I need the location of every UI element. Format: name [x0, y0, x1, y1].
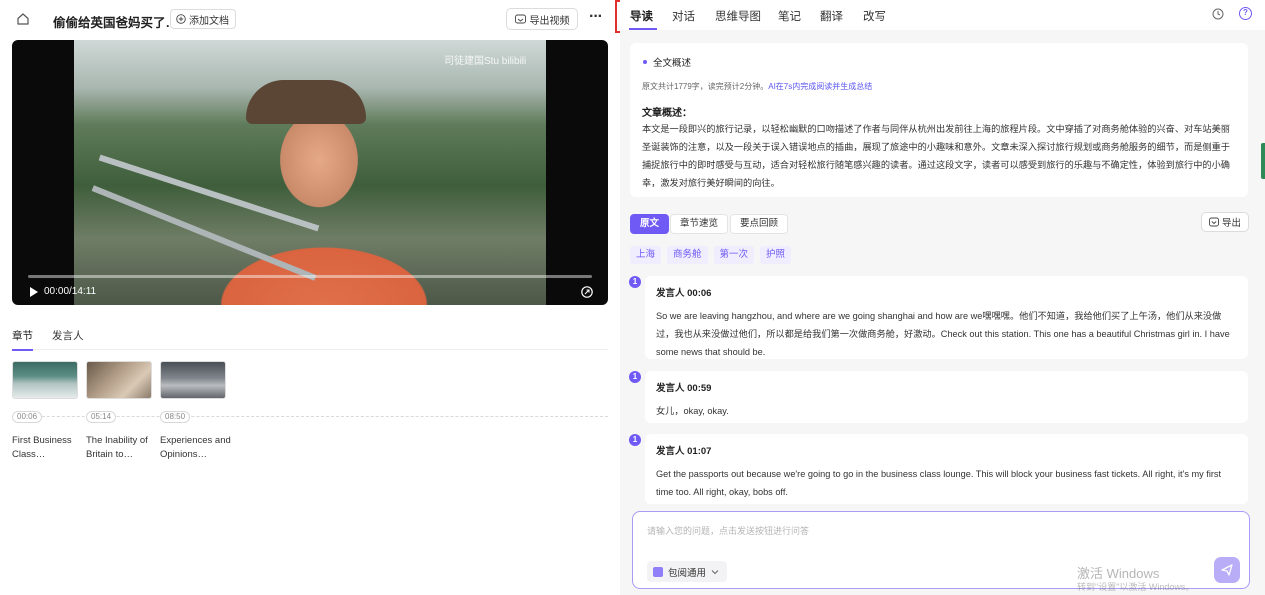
more-options-button[interactable]: ···: [589, 8, 603, 26]
summary-text: 本文是一段即兴的旅行记录，以轻松幽默的口吻描述了作者与同伴从杭州出发前往上海的旅…: [642, 124, 1230, 188]
transcript-text: 女儿，okay, okay.: [656, 406, 729, 416]
video-player[interactable]: 司徒建国Stu bilibili 00:00/14:11: [12, 40, 608, 305]
tab-notes[interactable]: 笔记: [778, 8, 801, 24]
speaker-timestamp: 发言人 01:07: [656, 446, 712, 457]
help-icon[interactable]: ?: [1239, 7, 1252, 20]
send-button[interactable]: [1214, 557, 1240, 583]
transcript-text: Get the passports out because we're goin…: [656, 469, 1222, 497]
speaker-timestamp: 发言人 00:59: [656, 383, 712, 394]
export-video-button[interactable]: 导出视频: [506, 8, 578, 30]
chapter-card[interactable]: 05:14 The Inability of Britain to…: [86, 361, 152, 460]
speaker-timestamp: 发言人 00:06: [656, 288, 712, 299]
tab-chapters[interactable]: 章节: [12, 328, 33, 351]
send-icon: [1221, 564, 1233, 576]
question-input-placeholder[interactable]: 请输入您的问题，点击发送按钮进行问答: [647, 524, 809, 537]
view-tab-key-points[interactable]: 要点回顾: [730, 214, 789, 234]
model-icon: [653, 566, 663, 577]
tab-translate[interactable]: 翻译: [820, 8, 843, 24]
right-pane: 导读 对话 思维导图 笔记 翻译 改写 ? 全文概述 原文共计1779字，读完预…: [620, 0, 1265, 595]
chapter-title: First Business Class…: [12, 435, 72, 460]
speaker-badge: 1: [629, 434, 641, 446]
model-select-dropdown[interactable]: 包阅通用: [647, 561, 728, 582]
keyword-tag[interactable]: 商务舱: [667, 246, 708, 264]
side-edge-tab[interactable]: [1261, 143, 1265, 179]
chapter-card[interactable]: 08:50 Experiences and Opinions…: [160, 361, 231, 460]
video-progress-bar[interactable]: [28, 275, 592, 278]
active-tab-indicator: [629, 28, 657, 30]
chevron-down-icon: [711, 569, 719, 574]
export-label: 导出: [1221, 218, 1241, 229]
add-document-label: 添加文档: [189, 15, 229, 27]
speaker-badge: 1: [629, 276, 641, 288]
bullet-dot-icon: [643, 60, 647, 64]
left-pane: 偷偷给英国爸妈买了… 添加文档 导出视频 ··· 司徒建国Stu bilibil…: [0, 0, 620, 595]
export-button[interactable]: 导出: [1201, 212, 1249, 232]
view-tab-original[interactable]: 原文: [630, 214, 670, 234]
chapter-title: The Inability of Britain to…: [86, 435, 148, 460]
summary-meta: 原文共计1779字，读完预计2分钟。AI在7s内完成阅读并生成总结: [642, 81, 872, 92]
chapter-thumbnail: [160, 361, 226, 399]
ai-summary-note: AI在7s内完成阅读并生成总结: [768, 82, 873, 91]
video-watermark: 司徒建国Stu bilibili: [444, 56, 527, 67]
plus-circle-icon: [176, 14, 186, 24]
chapter-title: Experiences and Opinions…: [160, 435, 231, 460]
chapter-time: 08:50: [160, 411, 191, 423]
view-mode-tabs: 原文 章节速览 要点回顾: [630, 212, 822, 236]
video-frame: [74, 40, 546, 305]
chapter-time: 00:06: [12, 411, 43, 423]
view-tab-chapter-overview[interactable]: 章节速览: [670, 214, 729, 234]
keyword-tags: 上海 商务舱 第一次 护照: [630, 246, 792, 264]
keyword-tag[interactable]: 护照: [760, 246, 792, 264]
summary-reading-stats: 原文共计1779字，读完预计2分钟。: [642, 82, 769, 91]
home-icon[interactable]: [16, 12, 30, 26]
speaker-badge: 1: [629, 371, 641, 383]
history-icon[interactable]: [1212, 8, 1224, 20]
fullscreen-icon[interactable]: [581, 286, 593, 298]
keyword-tag[interactable]: 上海: [630, 246, 662, 264]
chapter-thumbnail: [12, 361, 78, 399]
play-icon[interactable]: [30, 287, 38, 297]
add-document-button[interactable]: 添加文档: [170, 9, 236, 29]
video-scene-railing: [91, 185, 317, 281]
export-icon: [1209, 217, 1219, 227]
document-toolbar: 偷偷给英国爸妈买了… 添加文档 导出视频 ···: [0, 0, 620, 38]
summary-title: 文章概述：: [642, 108, 692, 119]
video-scene-railing: [98, 154, 320, 232]
summary-card: 全文概述 原文共计1779字，读完预计2分钟。AI在7s内完成阅读并生成总结 文…: [630, 43, 1248, 197]
export-video-icon: [514, 14, 526, 24]
document-title: 偷偷给英国爸妈买了…: [53, 16, 179, 30]
summary-heading: 全文概述: [642, 55, 1236, 69]
tab-speakers[interactable]: 发言人: [52, 328, 84, 349]
tab-rewrite[interactable]: 改写: [863, 8, 886, 24]
keyword-tag[interactable]: 第一次: [713, 246, 755, 264]
transcript-text: So we are leaving hangzhou, and where ar…: [656, 311, 1230, 357]
video-scene-person: [246, 80, 366, 124]
tab-mind-map[interactable]: 思维导图: [715, 8, 761, 24]
video-time: 00:00/14:11: [44, 286, 97, 297]
chapter-thumbnail: [86, 361, 152, 399]
left-tabs: 章节 发言人: [12, 328, 608, 351]
transcript-entry[interactable]: 1 发言人 00:06 So we are leaving hangzhou, …: [629, 276, 1248, 359]
export-video-label: 导出视频: [529, 15, 570, 27]
chapter-card[interactable]: 00:06 First Business Class…: [12, 361, 78, 460]
tab-guide[interactable]: 导读: [630, 8, 653, 24]
transcript-entry[interactable]: 1 发言人 00:59 女儿，okay, okay.: [629, 371, 1248, 423]
chapter-time: 05:14: [86, 411, 117, 423]
summary-heading-text: 全文概述: [653, 58, 692, 69]
tab-dialogue[interactable]: 对话: [672, 8, 695, 24]
function-tabs: 导读 对话 思维导图 笔记 翻译 改写 ?: [620, 0, 1265, 30]
transcript-entry[interactable]: 1 发言人 01:07 Get the passports out becaus…: [629, 434, 1248, 504]
windows-activation-subtitle: 转到"设置"以激活 Windows。: [1077, 582, 1195, 592]
model-select-label: 包阅通用: [668, 567, 707, 579]
